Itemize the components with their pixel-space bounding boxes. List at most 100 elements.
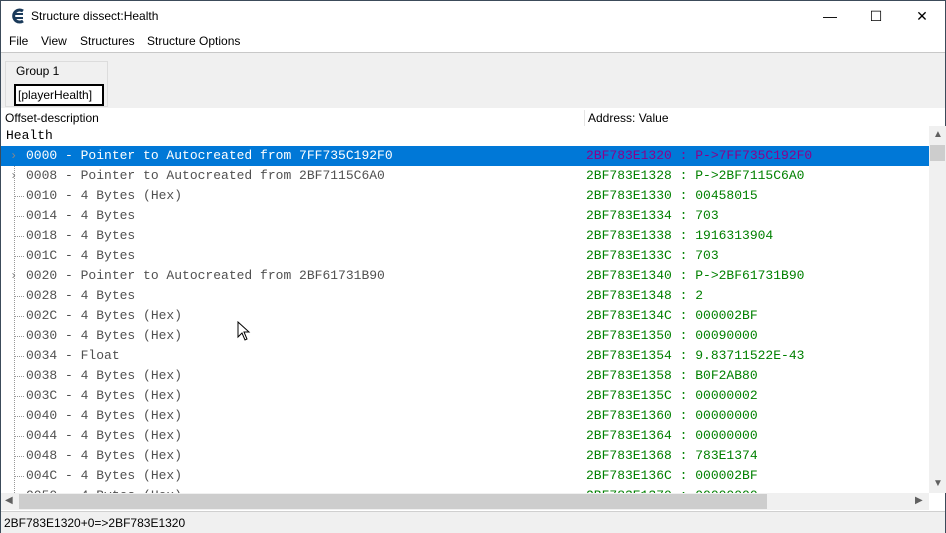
tree-connector (14, 376, 24, 377)
offset-description: 0000 - Pointer to Autocreated from 7FF73… (26, 148, 393, 163)
horizontal-scroll-thumb[interactable] (19, 494, 767, 509)
status-bar: 2BF783E1320+0=>2BF783E1320 (1, 511, 945, 533)
mouse-cursor-icon (237, 321, 251, 341)
offset-description: 0014 - 4 Bytes (26, 208, 136, 223)
address-value: 2BF783E1364 : 00000000 (586, 428, 758, 443)
offset-description: 0050 - 4 Bytes (Hex) (26, 486, 182, 493)
address-value: 2BF783E1368 : 783E1374 (586, 448, 758, 463)
tree-row[interactable]: 0028 - 4 Bytes 2BF783E1348 : 2 (1, 286, 929, 306)
tree-row[interactable]: 0034 - Float 2BF783E1354 : 9.83711522E-43 (1, 346, 929, 366)
scroll-up-icon[interactable]: ▲ (933, 129, 943, 140)
menu-bar: File View Structures Structure Options (1, 31, 945, 51)
offset-description: 0038 - 4 Bytes (Hex) (26, 368, 183, 383)
tree-connector (14, 436, 24, 437)
minimize-icon: — (823, 8, 837, 24)
offset-description: 004C - 4 Bytes (Hex) (26, 468, 183, 483)
tree-row[interactable]: 0018 - 4 Bytes 2BF783E1338 : 1916313904 (1, 226, 929, 246)
expand-chevron-icon[interactable]: › (10, 266, 17, 286)
offset-description: 0030 - 4 Bytes (Hex) (26, 328, 183, 343)
menu-structures[interactable]: Structures (80, 34, 135, 48)
tree-row[interactable]: 0050 - 4 Bytes (Hex) 2BF783E1370 : 000000… (1, 486, 929, 493)
expand-chevron-icon[interactable]: › (10, 166, 17, 186)
address-value: 2BF783E1320 : P->7FF735C192F0 (586, 148, 813, 163)
group-bar: Group 1 [playerHealth] (1, 52, 945, 109)
tree-row[interactable]: 003C - 4 Bytes (Hex) 2BF783E135C : 000000… (1, 386, 929, 406)
address-value: 2BF783E1354 : 9.83711522E-43 (586, 348, 805, 363)
address-value: 2BF783E134C : 000002BF (586, 308, 758, 323)
tree-row[interactable]: 0010 - 4 Bytes (Hex) 2BF783E1330 : 004580… (1, 186, 929, 206)
tree-connector (14, 396, 24, 397)
address-value: 2BF783E1350 : 00090000 (586, 328, 758, 343)
address-field[interactable]: [playerHealth] (14, 84, 104, 106)
menu-view[interactable]: View (41, 34, 67, 48)
structure-tree[interactable]: Health › 0000 - Pointer to Autocreated fr… (1, 126, 929, 493)
offset-description: 003C - 4 Bytes (Hex) (26, 388, 183, 403)
minimize-button[interactable]: — (807, 1, 853, 31)
address-value: 2BF783E135C : 00000002 (586, 388, 758, 403)
address-value: 2BF783E1338 : 1916313904 (586, 228, 774, 243)
column-header: Offset-description Address: Value (1, 108, 945, 128)
address-value: 2BF783E1328 : P->2BF7115C6A0 (586, 168, 805, 183)
menu-structure-options[interactable]: Structure Options (147, 34, 240, 48)
close-icon: ✕ (916, 7, 928, 24)
tree-connector (14, 356, 24, 357)
tree-connector (14, 236, 24, 237)
tree-row[interactable]: › 0008 - Pointer to Autocreated from 2BF7… (1, 166, 929, 186)
tree-row[interactable]: 0044 - 4 Bytes (Hex) 2BF783E1364 : 000000… (1, 426, 929, 446)
tree-row[interactable]: 0038 - 4 Bytes (Hex) 2BF783E1358 : B0F2AB… (1, 366, 929, 386)
scroll-left-icon[interactable]: ◀ (5, 495, 13, 506)
tree-connector (14, 456, 24, 457)
address-value-header[interactable]: Address: Value (588, 111, 669, 125)
tree-connector (14, 216, 24, 217)
tree-connector (14, 336, 24, 337)
offset-description: 0034 - Float (26, 348, 120, 363)
tree-connector (14, 196, 24, 197)
address-value: 2BF783E133C : 703 (586, 248, 719, 263)
maximize-icon: ☐ (869, 7, 883, 24)
structure-dissect-window: Structure dissect:Health — ☐ ✕ File View… (0, 0, 946, 533)
offset-description: 0028 - 4 Bytes (26, 288, 136, 303)
cheat-engine-icon (12, 8, 24, 24)
tree-row[interactable]: 0014 - 4 Bytes 2BF783E1334 : 703 (1, 206, 929, 226)
address-value: 2BF783E1370 : 00000000 (586, 486, 758, 493)
tree-row[interactable]: › 0000 - Pointer to Autocreated from 7FF7… (1, 146, 929, 166)
offset-description: 0040 - 4 Bytes (Hex) (26, 408, 183, 423)
offset-description: 001C - 4 Bytes (26, 248, 136, 263)
tree-connector (14, 256, 24, 257)
horizontal-scrollbar[interactable]: ◀ ▶ (1, 493, 929, 510)
tree-connector (14, 416, 24, 417)
address-value: 2BF783E1334 : 703 (586, 208, 719, 223)
address-value: 2BF783E1330 : 00458015 (586, 188, 758, 203)
tree-row[interactable]: 002C - 4 Bytes (Hex) 2BF783E134C : 000002… (1, 306, 929, 326)
group-box: Group 1 [playerHealth] (5, 61, 108, 107)
title-bar: Structure dissect:Health — ☐ ✕ (1, 1, 945, 31)
root-node[interactable]: Health (6, 128, 53, 143)
offset-description: 0048 - 4 Bytes (Hex) (26, 448, 183, 463)
tree-row[interactable]: 0048 - 4 Bytes (Hex) 2BF783E1368 : 783E13… (1, 446, 929, 466)
tree-connector (14, 316, 24, 317)
scroll-right-icon[interactable]: ▶ (915, 495, 923, 506)
address-value: 2BF783E1360 : 00000000 (586, 408, 758, 423)
tree-connector (14, 476, 24, 477)
tree-row[interactable]: 0030 - 4 Bytes (Hex) 2BF783E1350 : 000900… (1, 326, 929, 346)
scroll-down-icon[interactable]: ▼ (933, 478, 943, 489)
tree-row[interactable]: 004C - 4 Bytes (Hex) 2BF783E136C : 000002… (1, 466, 929, 486)
offset-description: 0044 - 4 Bytes (Hex) (26, 428, 183, 443)
close-button[interactable]: ✕ (899, 1, 945, 31)
offset-description: 0010 - 4 Bytes (Hex) (26, 188, 183, 203)
vertical-scroll-thumb[interactable] (930, 145, 945, 161)
menu-file[interactable]: File (9, 34, 28, 48)
offset-description: 0008 - Pointer to Autocreated from 2BF71… (26, 168, 385, 183)
group-label: Group 1 (14, 64, 62, 78)
offset-description: 002C - 4 Bytes (Hex) (26, 308, 183, 323)
address-value: 2BF783E136C : 000002BF (586, 468, 758, 483)
tree-row[interactable]: 0040 - 4 Bytes (Hex) 2BF783E1360 : 000000… (1, 406, 929, 426)
maximize-button[interactable]: ☐ (853, 1, 899, 31)
expand-chevron-icon[interactable]: › (10, 146, 17, 166)
address-value: 2BF783E1348 : 2 (586, 288, 704, 303)
vertical-scrollbar[interactable]: ▲ ▼ (929, 126, 946, 493)
offset-description-header[interactable]: Offset-description (5, 111, 99, 125)
tree-row[interactable]: › 0020 - Pointer to Autocreated from 2BF6… (1, 266, 929, 286)
offset-description: 0018 - 4 Bytes (26, 228, 136, 243)
tree-row[interactable]: 001C - 4 Bytes 2BF783E133C : 703 (1, 246, 929, 266)
